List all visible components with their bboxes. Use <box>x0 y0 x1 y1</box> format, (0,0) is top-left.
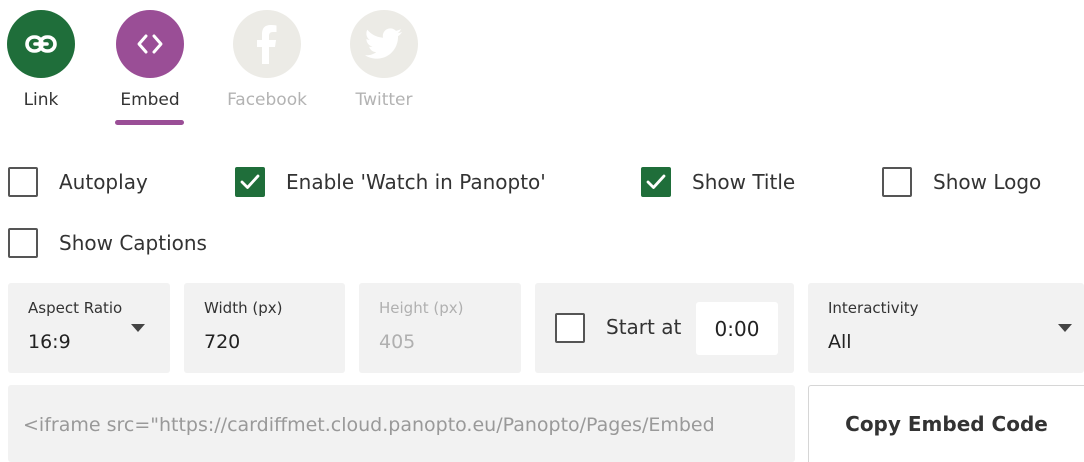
share-tab-label: Twitter <box>355 90 413 110</box>
facebook-button <box>233 10 301 78</box>
share-tab-embed[interactable]: Embed <box>115 10 185 110</box>
aspect-ratio-label: Aspect Ratio <box>28 299 123 317</box>
watch-in-panopto-option[interactable]: Enable 'Watch in Panopto' <box>235 166 546 198</box>
embed-button[interactable] <box>116 10 184 78</box>
embed-code-icon <box>137 34 163 54</box>
width-value[interactable]: 720 <box>204 331 240 353</box>
show-captions-label: Show Captions <box>59 231 207 255</box>
watch-in-panopto-label: Enable 'Watch in Panopto' <box>286 170 546 194</box>
show-captions-option[interactable]: Show Captions <box>8 227 207 259</box>
chevron-down-icon <box>1058 324 1072 332</box>
show-title-label: Show Title <box>692 170 796 194</box>
aspect-ratio-value: 16:9 <box>28 331 71 353</box>
show-title-option[interactable]: Show Title <box>641 166 795 198</box>
embed-code-text[interactable]: <iframe src="https://cardiffmet.cloud.pa… <box>23 414 783 436</box>
selected-tab-indicator <box>115 120 184 125</box>
embed-code-field[interactable]: <iframe src="https://cardiffmet.cloud.pa… <box>8 385 795 462</box>
interactivity-label: Interactivity <box>828 299 919 317</box>
start-at-checkbox[interactable] <box>555 313 585 343</box>
facebook-icon <box>257 25 277 64</box>
aspect-ratio-select[interactable]: Aspect Ratio 16:9 <box>8 283 170 373</box>
checkmark-icon <box>646 174 666 189</box>
start-at-input[interactable]: 0:00 <box>696 302 778 355</box>
share-tab-twitter: Twitter <box>349 10 419 110</box>
interactivity-value: All <box>828 331 852 353</box>
height-label: Height (px) <box>379 299 464 317</box>
height-field: Height (px) 405 <box>359 283 521 373</box>
width-label: Width (px) <box>204 299 283 317</box>
twitter-button <box>350 10 418 78</box>
share-tab-facebook: Facebook <box>227 10 307 110</box>
link-icon <box>25 35 57 53</box>
interactivity-select[interactable]: Interactivity All <box>808 283 1084 373</box>
autoplay-label: Autoplay <box>59 170 148 194</box>
share-tab-label: Link <box>23 90 59 110</box>
show-captions-checkbox[interactable] <box>8 228 38 258</box>
share-tab-label: Embed <box>120 90 180 110</box>
show-logo-option[interactable]: Show Logo <box>882 166 1041 198</box>
autoplay-option[interactable]: Autoplay <box>8 166 148 198</box>
show-logo-checkbox[interactable] <box>882 167 912 197</box>
chevron-down-icon <box>131 324 145 332</box>
start-at-label: Start at <box>606 315 682 339</box>
show-title-checkbox[interactable] <box>641 167 671 197</box>
watch-in-panopto-checkbox[interactable] <box>235 167 265 197</box>
show-logo-label: Show Logo <box>933 170 1042 194</box>
share-tab-link[interactable]: Link <box>6 10 76 110</box>
start-at-panel: Start at 0:00 <box>535 283 794 373</box>
width-field[interactable]: Width (px) 720 <box>184 283 345 373</box>
link-button[interactable] <box>7 10 75 78</box>
twitter-icon <box>365 28 402 59</box>
autoplay-checkbox[interactable] <box>8 167 38 197</box>
checkmark-icon <box>240 174 260 189</box>
share-tab-label: Facebook <box>227 90 307 110</box>
copy-embed-code-button[interactable]: Copy Embed Code <box>808 385 1084 462</box>
height-value: 405 <box>379 331 416 353</box>
